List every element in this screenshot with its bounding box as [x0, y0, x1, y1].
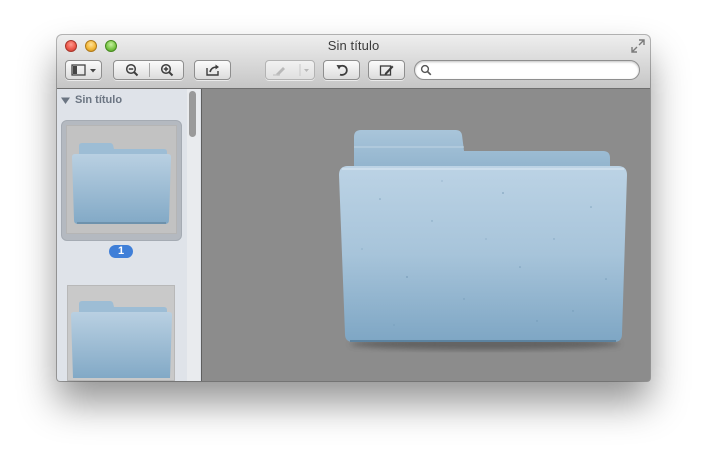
pen-icon	[273, 64, 309, 76]
scrollbar-thumb[interactable]	[189, 91, 196, 137]
zoom-out-button[interactable]	[114, 61, 149, 79]
document-view[interactable]	[202, 89, 650, 381]
preview-window: Sin título Sin título 1	[57, 35, 650, 381]
page-thumbnail-selected[interactable]	[61, 120, 182, 241]
annotate-icon	[379, 65, 393, 76]
markup-button[interactable]	[265, 60, 315, 80]
titlebar[interactable]: Sin título	[57, 35, 650, 89]
sidebar-header-label: Sin título	[75, 94, 123, 106]
disclosure-triangle-icon[interactable]	[61, 96, 70, 105]
rotate-button[interactable]	[323, 60, 360, 80]
sidebar-document-header[interactable]: Sin título	[61, 94, 122, 106]
folder-thumbnail-icon	[72, 143, 171, 224]
thumbnail-sidebar[interactable]: Sin título 1	[57, 89, 201, 381]
zoom-in-icon	[160, 63, 174, 77]
page-number-badge: 1	[109, 245, 133, 258]
folder-icon	[339, 130, 627, 350]
zoom-control	[113, 60, 184, 80]
share-icon	[205, 64, 219, 76]
share-button[interactable]	[194, 60, 231, 80]
view-menu-button[interactable]	[65, 60, 102, 80]
zoom-out-icon	[125, 63, 138, 77]
search-icon	[420, 64, 432, 76]
zoom-in-button[interactable]	[150, 61, 184, 79]
window-title: Sin título	[327, 38, 380, 53]
fullscreen-icon[interactable]	[631, 39, 645, 53]
rotate-icon	[336, 64, 348, 76]
search-input[interactable]	[433, 62, 637, 79]
sidebar-scrollbar[interactable]	[187, 89, 200, 381]
annotate-button[interactable]	[368, 60, 405, 80]
thumbnail-page	[66, 125, 177, 234]
folder-thumbnail-icon	[71, 301, 172, 378]
sidebar-icon	[70, 64, 96, 76]
search-field[interactable]	[414, 60, 640, 80]
page-thumbnail[interactable]	[67, 285, 175, 381]
